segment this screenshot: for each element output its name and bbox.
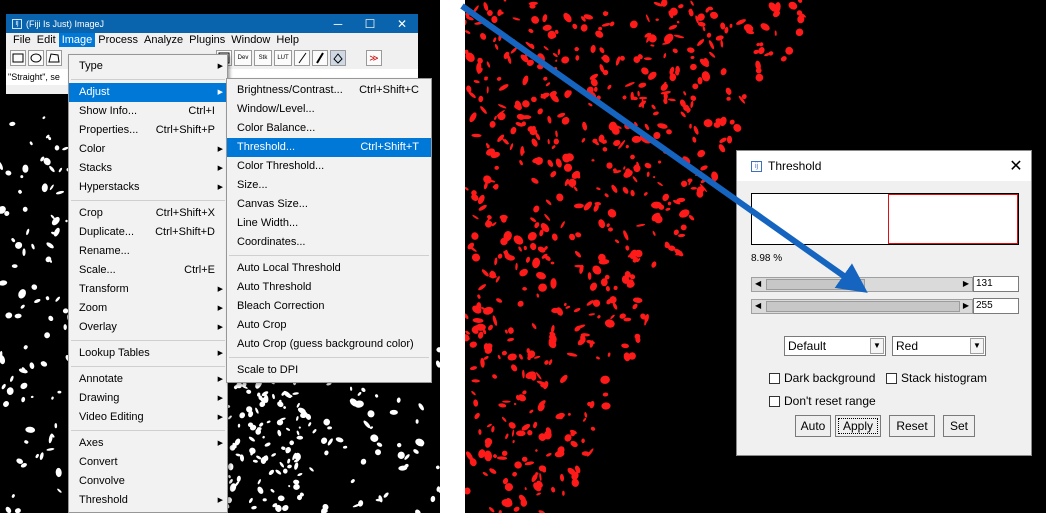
annotation-arrow	[460, 3, 868, 293]
arrow-shaft	[460, 3, 868, 293]
